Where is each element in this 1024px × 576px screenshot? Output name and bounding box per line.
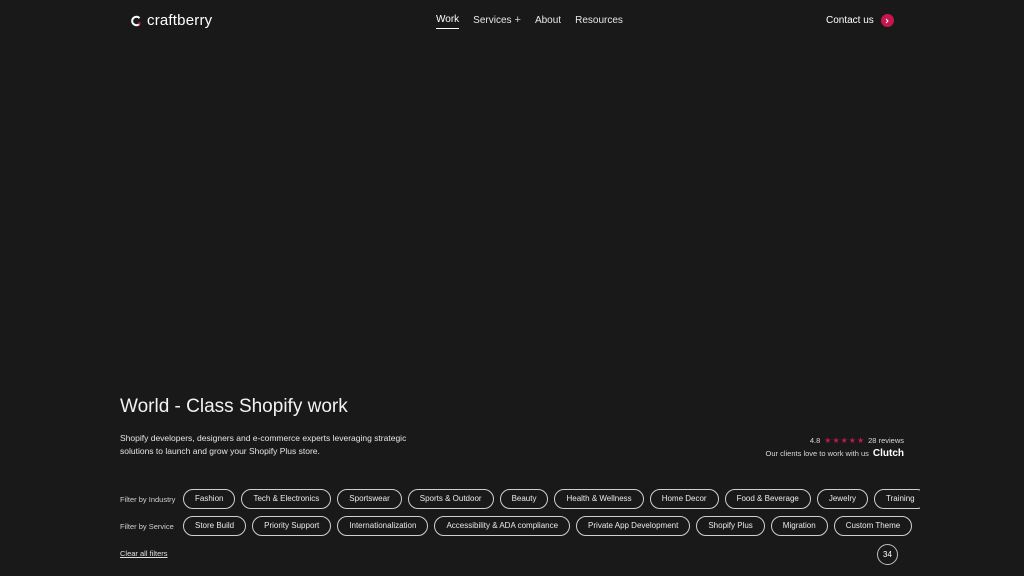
arrow-right-icon — [880, 14, 894, 27]
service-filter-row: Filter by Service Store Build Priority Su… — [120, 516, 920, 536]
page-title: World - Class Shopify work — [120, 396, 348, 417]
industry-filter-chip[interactable]: Jewelry — [816, 489, 868, 509]
industry-filter-chip[interactable]: Fashion — [183, 489, 236, 509]
industry-filter-chip[interactable]: Food & Beverage — [724, 489, 811, 509]
logo[interactable]: craftberry — [130, 12, 212, 29]
results-count-badge: 34 — [877, 544, 898, 565]
industry-filter-chip[interactable]: Home Decor — [649, 489, 719, 509]
contact-button[interactable]: Contact us — [826, 14, 894, 27]
nav-item-label: Work — [436, 14, 460, 25]
star-icon: ★ — [856, 435, 865, 445]
nav-item-label: Resources — [575, 14, 623, 26]
star-icon: ★ — [832, 435, 840, 445]
main-nav: Work Services + About Resources — [436, 14, 623, 29]
logo-icon — [131, 15, 141, 26]
nav-item-label: Services — [473, 14, 512, 26]
rating-reviews: 28 reviews — [868, 436, 904, 445]
logo-text: craftberry — [147, 12, 213, 29]
service-filter-chip[interactable]: Migration — [770, 516, 828, 536]
service-filter-chip[interactable]: Private App Development — [576, 516, 691, 536]
industry-filter-label: Filter by Industry — [120, 494, 176, 504]
star-icon: ★ — [824, 435, 832, 445]
contact-label: Contact us — [826, 15, 874, 26]
industry-filter-chip[interactable]: Training — [873, 489, 920, 509]
service-filter-chip[interactable]: Priority Support — [252, 516, 332, 536]
industry-filter-chip[interactable]: Health & Wellness — [554, 489, 644, 509]
nav-item-services[interactable]: Services + — [473, 14, 521, 29]
service-filter-chip[interactable]: Custom Theme — [833, 516, 913, 536]
plus-icon: + — [514, 14, 521, 26]
industry-filter-row: Filter by Industry Fashion Tech & Electro… — [120, 489, 920, 509]
industry-filter-chips: Fashion Tech & Electronics Sportswear Sport… — [183, 489, 920, 509]
industry-filter-chip[interactable]: Sports & Outdoor — [407, 489, 494, 509]
service-filter-chip[interactable]: Accessibility & ADA compliance — [434, 516, 571, 536]
nav-item-label: About — [534, 14, 562, 26]
service-filter-chip[interactable]: Shopify Plus — [696, 516, 765, 536]
industry-filter-chip[interactable]: Beauty — [499, 489, 549, 509]
clear-filters-link[interactable]: Clear all filters — [120, 549, 168, 558]
star-icon: ★ — [840, 435, 848, 445]
rating-summary: 4.8 ★ ★ ★ ★ ★ 28 reviews — [766, 436, 904, 445]
service-filter-chips: Store Build Priority Support International… — [183, 516, 913, 536]
nav-item-resources[interactable]: Resources — [575, 14, 623, 29]
service-filter-label: Filter by Service — [120, 521, 174, 531]
industry-filter-chip[interactable]: Sportswear — [337, 489, 402, 509]
rating-score: 4.8 — [809, 436, 821, 445]
hero-description: Shopify developers, designers and e-comm… — [120, 433, 407, 456]
site-header: craftberry Work Services + About Resourc… — [0, 0, 1024, 44]
nav-item-about[interactable]: About — [535, 14, 561, 29]
rating-tagline: Our clients love to work with us — [765, 449, 869, 458]
clutch-logo: Clutch — [872, 448, 904, 459]
clutch-rating[interactable]: 4.8 ★ ★ ★ ★ ★ 28 reviews Our clients love to… — [766, 436, 904, 459]
star-icon: ★ — [848, 435, 856, 445]
service-filter-chip[interactable]: Internationalization — [337, 516, 429, 536]
rating-stars: ★ ★ ★ ★ ★ — [824, 435, 865, 445]
nav-item-work[interactable]: Work — [436, 14, 460, 29]
service-filter-chip[interactable]: Store Build — [183, 516, 247, 536]
industry-filter-chip[interactable]: Tech & Electronics — [241, 489, 332, 509]
rating-tagline-row: Our clients love to work with us Clutch — [766, 448, 904, 459]
